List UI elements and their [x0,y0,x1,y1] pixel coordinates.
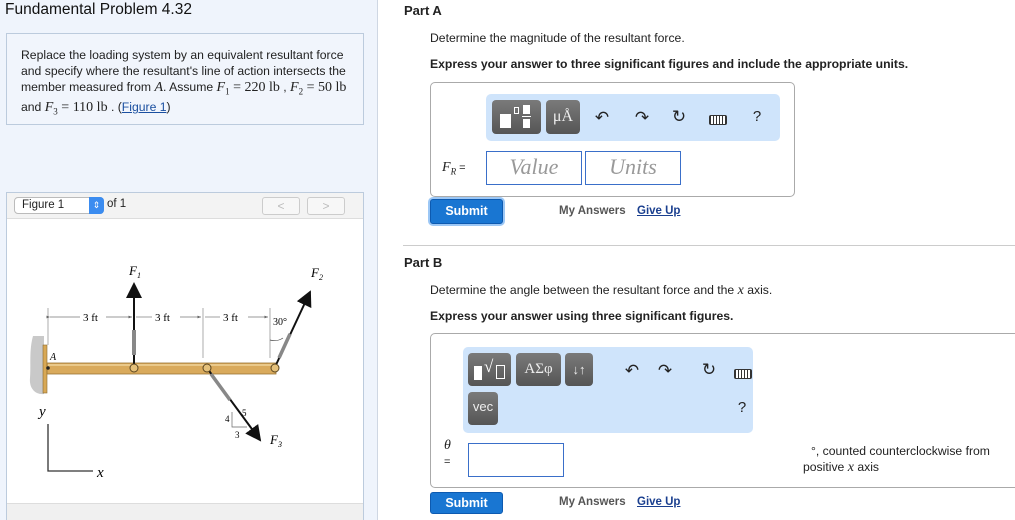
part-b-instruction: Express your answer using three signific… [430,309,734,323]
templates-button[interactable] [492,100,541,134]
vec-button[interactable]: vec [468,392,498,425]
paren: ) [166,100,171,115]
part-a-submit-button[interactable]: Submit [430,199,503,224]
part-b-submit-button[interactable]: Submit [430,492,503,514]
point-a-label: A [49,352,57,363]
part-a-give-up-link[interactable]: Give Up [637,205,680,217]
part-a-answer-box: μÅ ↶ ↷ ↻ ? FR = Value Units [430,82,795,197]
greek-button[interactable]: ΑΣφ [516,353,561,386]
x-axis-label: x [96,465,104,481]
units-button[interactable]: μÅ [546,100,580,134]
units-input[interactable]: Units [585,151,681,185]
figure-select-value: Figure 1 [22,199,65,211]
part-b-toolbar: √ ΑΣφ ↓↑ vec ↶ ↷ ↻ ? [463,347,753,433]
f3-symbol: F [44,100,54,116]
divider [403,245,1015,246]
part-a-instruction: Express your answer to three significant… [430,57,909,71]
problem-panel: Fundamental Problem 4.32 Replace the loa… [0,0,378,520]
part-b-give-up-link[interactable]: Give Up [637,496,680,508]
figure-link[interactable]: Figure 1 [122,100,167,114]
equals: = [303,80,319,95]
figure-count: of 1 [107,198,127,210]
part-a-heading: Part A [404,3,442,18]
pin [129,363,139,373]
dimension-label: 3 ft [83,312,98,324]
f2-value: 50 lb [318,80,347,95]
help-icon[interactable]: ? [732,399,752,416]
f1-label: F1 [128,263,141,280]
f1-rod [132,330,136,355]
slope-5: 5 [242,408,247,418]
part-a-my-answers[interactable]: My Answers [559,205,626,217]
f2-rod [277,333,292,359]
f1-value: 220 lb [244,80,280,95]
dimension-label: 3 ft [223,312,238,324]
figure-diagram: 3 ft 3 ft 3 ft A F1 30° F2 4 5 3 F3 y x [29,263,323,481]
help-icon[interactable]: ? [747,108,767,125]
redo-icon[interactable]: ↷ [632,108,652,128]
f1-symbol: F [216,80,226,95]
reset-icon[interactable]: ↻ [669,107,689,127]
problem-title: Fundamental Problem 4.32 [5,1,192,18]
equals: = [229,80,245,95]
f3-label: F3 [269,432,282,449]
fr-label: FR = [442,160,466,177]
paren: . ( [107,100,122,115]
figure-header: Figure 1 ⇕ of 1 < > [7,193,363,219]
angle-label: 30° [273,317,287,328]
angle-input[interactable] [468,443,564,477]
next-figure-button[interactable]: > [307,197,345,215]
theta-label: θ [444,438,451,453]
sort-button[interactable]: ↓↑ [565,353,593,386]
keyboard-icon[interactable] [733,364,753,384]
point-a-dot [46,366,50,370]
theta-equals: = [444,456,451,468]
undo-icon[interactable]: ↶ [592,108,612,128]
pin [202,363,212,373]
select-spinner-icon: ⇕ [89,197,104,214]
problem-statement: Replace the loading system by an equival… [6,33,364,125]
f2-symbol: F [290,80,299,95]
f3-rod [209,372,232,402]
prev-figure-button[interactable]: < [262,197,300,215]
dimension-label: 3 ft [155,312,170,324]
reset-icon[interactable]: ↻ [699,360,719,380]
part-b-my-answers[interactable]: My Answers [559,496,626,508]
f3-value: 110 lb [72,100,108,116]
f2-label: F2 [310,265,323,282]
point-a: A [154,80,163,95]
wall-plate [42,344,48,394]
part-a-toolbar: μÅ ↶ ↷ ↻ ? [486,94,780,141]
wall-support [29,336,44,395]
angle-suffix: °, counted counterclockwise from positive… [803,444,990,475]
axes [47,424,93,472]
figure-select[interactable]: Figure 1 ⇕ [14,197,104,214]
figure-panel: Figure 1 ⇕ of 1 < > 3 ft 3 ft 3 ft A F1 3… [6,192,364,520]
and-text: and [21,100,45,115]
y-axis-label: y [37,404,46,420]
figure-footer [7,503,363,520]
value-input[interactable]: Value [486,151,582,185]
part-b-heading: Part B [404,255,443,270]
part-b-question: Determine the angle between the resultan… [430,283,773,298]
undo-icon[interactable]: ↶ [622,361,642,381]
slope-3: 3 [235,430,240,440]
equals: = [57,100,73,116]
templates-button[interactable]: √ [468,353,511,386]
angle-arc [269,337,284,342]
redo-icon[interactable]: ↷ [655,361,675,381]
comma: , [279,80,291,94]
statement-text: . Assume [163,80,217,94]
pin [270,363,280,373]
slope-4: 4 [225,414,230,424]
part-a-question: Determine the magnitude of the resultant… [430,31,685,45]
part-b-answer-box: √ ΑΣφ ↓↑ vec ↶ ↷ ↻ ? θ = °, counted coun… [430,333,1015,488]
keyboard-icon[interactable] [708,110,728,130]
